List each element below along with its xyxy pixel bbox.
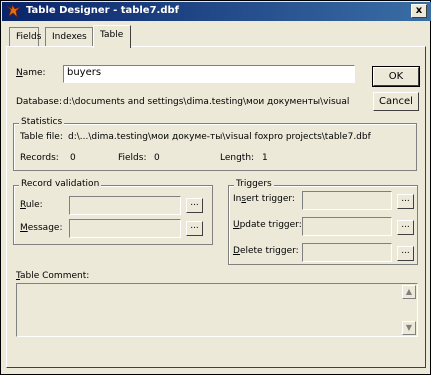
foxpro-app-icon <box>6 4 21 18</box>
length-value: 1 <box>262 153 268 163</box>
tab-fields[interactable]: Fields <box>9 27 41 47</box>
insert-trigger-label: Insert trigger: <box>233 194 295 204</box>
message-label: Message: <box>20 223 63 233</box>
statistics-group: Statistics Table file: d:\...\dima.testi… <box>13 117 417 171</box>
insert-trigger-input[interactable] <box>302 191 392 210</box>
update-trigger-input[interactable] <box>302 217 392 236</box>
table-comment-label: Table Comment: <box>16 271 90 281</box>
triggers-group: Triggers Insert trigger: ... Update trig… <box>228 179 418 265</box>
tab-indexes[interactable]: Indexes <box>45 27 93 47</box>
table-file-label: Table file: <box>20 132 63 142</box>
message-builder-button[interactable]: ... <box>186 221 203 236</box>
close-icon: x <box>415 5 423 16</box>
database-path: d:\documents and settings\dima.testing\м… <box>63 97 350 107</box>
insert-trigger-builder-button[interactable]: ... <box>397 194 414 209</box>
delete-trigger-label: Delete trigger: <box>233 246 299 256</box>
tab-table[interactable]: Table <box>93 25 131 48</box>
update-trigger-builder-button[interactable]: ... <box>397 220 414 235</box>
rule-label: Rule: <box>20 200 43 210</box>
record-validation-group: Record validation Rule: ... Message: ... <box>13 179 213 245</box>
table-file-path: d:\...\dima.testing\мои докуме-ты\visual… <box>68 132 371 142</box>
fields-value: 0 <box>154 153 160 163</box>
triggers-title: Triggers <box>234 179 274 189</box>
rule-builder-button[interactable]: ... <box>186 198 203 213</box>
name-label: Name: <box>16 68 46 78</box>
fields-label: Fields: <box>118 153 147 163</box>
table-comment-textarea[interactable]: ▲ ▼ <box>16 283 418 337</box>
scroll-down-icon[interactable]: ▼ <box>402 321 416 335</box>
database-label: Database: <box>16 97 62 107</box>
window-title: Table Designer - table7.dbf <box>26 5 180 16</box>
statistics-title: Statistics <box>19 117 65 127</box>
ok-button[interactable]: OK <box>372 66 420 87</box>
table-tab-page: Name: buyers OK Cancel Database: d:\docu… <box>6 46 426 368</box>
delete-trigger-input[interactable] <box>302 243 392 262</box>
comment-scrollbar[interactable]: ▲ ▼ <box>402 285 416 335</box>
message-input[interactable] <box>69 219 181 238</box>
close-button[interactable]: x <box>411 4 427 18</box>
rule-input[interactable] <box>69 196 181 215</box>
title-bar[interactable]: Table Designer - table7.dbf x <box>2 2 431 21</box>
record-validation-title: Record validation <box>19 179 102 189</box>
table-designer-window: Table Designer - table7.dbf x Fields Ind… <box>0 0 431 375</box>
records-value: 0 <box>70 153 76 163</box>
length-label: Length: <box>220 153 255 163</box>
scroll-up-icon[interactable]: ▲ <box>402 285 416 299</box>
update-trigger-label: Update trigger: <box>233 220 302 230</box>
records-label: Records: <box>20 153 59 163</box>
delete-trigger-builder-button[interactable]: ... <box>397 246 414 261</box>
cancel-button[interactable]: Cancel <box>373 92 419 111</box>
name-input[interactable]: buyers <box>63 65 355 83</box>
